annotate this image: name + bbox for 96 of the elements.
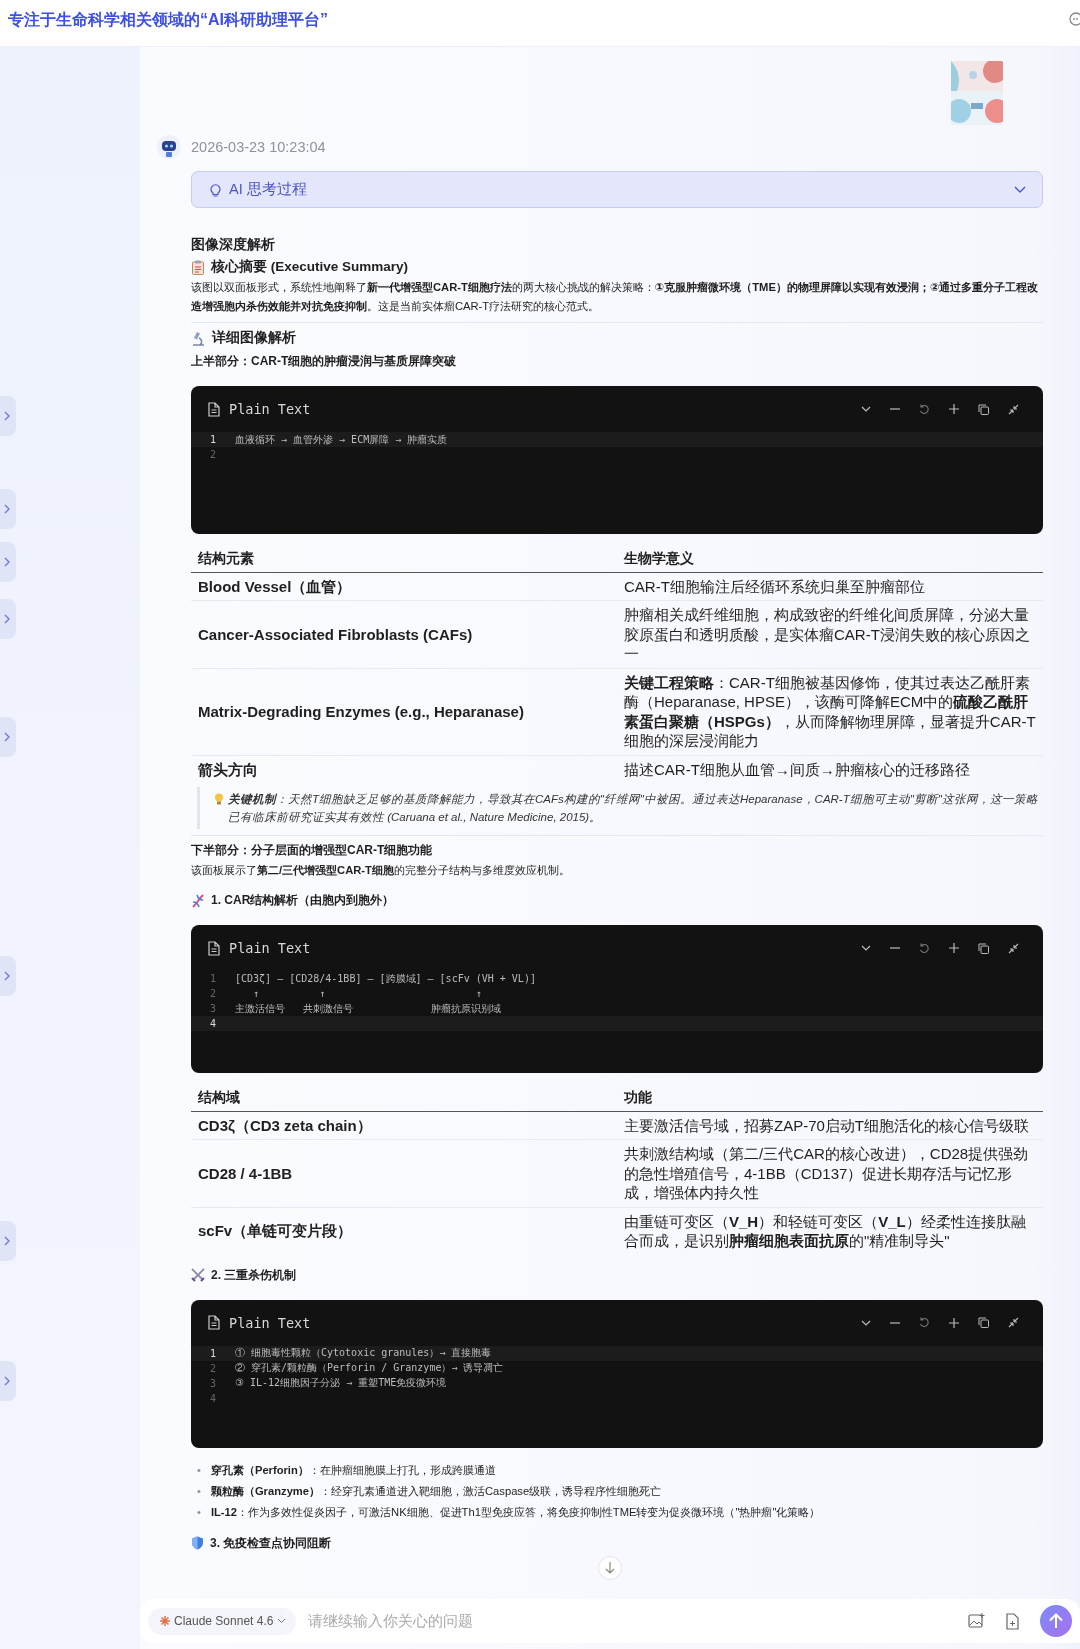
note-text: 关键机制：天然T细胞缺乏足够的基质降解能力，导致其在CAFs构建的"纤维网"中被困。通过表达Heparanase，CAR-T细胞可主动"剪断"这张网，这一策略已有临床前研究证实其有效性 (Caruana et al., Nature Medicine, 2015)。 <box>228 792 1039 825</box>
table-cell: 箭头方向 <box>191 755 617 783</box>
plus-icon[interactable] <box>949 943 959 953</box>
bullet-marker: • <box>197 1462 201 1478</box>
lightbulb-icon <box>210 182 221 197</box>
thinking-label: AI 思考过程 <box>229 180 308 199</box>
document-icon <box>207 1315 221 1330</box>
arrow-down-icon <box>605 1562 615 1574</box>
reset-icon[interactable] <box>919 942 930 954</box>
shield-icon <box>191 1536 204 1550</box>
expand-handle[interactable] <box>0 542 16 582</box>
chevron-down-icon[interactable] <box>861 406 871 412</box>
column-header: 结构域 <box>191 1083 617 1111</box>
expand-handle[interactable] <box>0 599 16 639</box>
thinking-toggle[interactable]: AI 思考过程 <box>191 171 1043 208</box>
collapse-icon[interactable] <box>1008 403 1019 415</box>
subsection-heading: 核心摘要 (Executive Summary) <box>211 258 409 276</box>
chat-bubble-icon[interactable] <box>1066 11 1080 27</box>
language-label: Plain Text <box>229 1314 312 1331</box>
language-label: Plain Text <box>229 940 312 956</box>
clipboard-icon <box>191 259 205 275</box>
chevron-down-icon[interactable] <box>861 1319 871 1326</box>
document-icon <box>207 940 221 956</box>
code-line: 2 ↑ ↑ ↑ <box>209 987 483 1001</box>
microscope-icon <box>191 330 206 346</box>
plus-icon[interactable] <box>949 404 959 414</box>
minus-icon[interactable] <box>890 1321 900 1324</box>
paragraph: 该图以双面板形式，系统性地阐释了新一代增强型CAR-T细胞疗法的两大核心挑战的解决策略：①克服肿瘤微环境（TME）的物理屏障以实现有效浸润；②通过多重分子工程改造增强胞内杀伤效能并对抗免疫抑制。这是当前实体瘤CAR-T疗法研究的核心范式。 <box>191 280 1040 314</box>
collapse-icon[interactable] <box>1008 942 1019 954</box>
dna-icon <box>191 893 205 908</box>
section-heading: 图像深度解析 <box>191 236 276 254</box>
timestamp: 2026-03-23 10:23:04 <box>191 139 326 155</box>
bullet-marker: • <box>197 1504 201 1520</box>
expand-handle[interactable] <box>0 717 16 757</box>
chevron-down-icon[interactable] <box>861 945 871 951</box>
column-header: 功能 <box>617 1083 1043 1111</box>
message-input[interactable]: 请继续输入你关心的问题 <box>306 1612 958 1630</box>
crossed-swords-icon <box>191 1268 205 1282</box>
table-cell: 描述CAR-T细胞从血管→间质→肿瘤核心的迁移路径 <box>617 755 1043 783</box>
subsection-heading: 3. 免疫检查点协同阻断 <box>210 1534 332 1552</box>
reset-icon[interactable] <box>919 1317 930 1328</box>
list-item: IL-12：作为多效性促炎因子，可激活NK细胞、促进Th1型免疫应答，将免疫抑制性TME转变为促炎微环境（"热肿瘤"化策略） <box>210 1504 821 1520</box>
arrow-up-icon <box>1049 1613 1063 1629</box>
list-item: 颗粒酶（Granzyme）：经穿孔素通道进入靶细胞，激活Caspase级联，诱导程序性细胞死亡 <box>210 1483 662 1499</box>
collapse-icon[interactable] <box>1008 1317 1019 1328</box>
code-line: 2 <box>209 448 217 462</box>
table-cell: scFv（单链可变片段） <box>191 1207 617 1255</box>
list-item: 穿孔素（Perforin）：在肿瘤细胞膜上打孔，形成跨膜通道 <box>210 1462 496 1478</box>
bullet-marker: • <box>197 1483 201 1499</box>
code-line: 4 <box>209 1391 217 1406</box>
section-label: 下半部分：分子层面的增强型CAR-T细胞功能 <box>191 842 434 859</box>
expand-handle[interactable] <box>0 956 16 996</box>
table-cell: CD28 / 4-1BB <box>191 1139 617 1207</box>
app-title: 专注于生命科学相关领域的“AI科研助理平台” <box>8 10 328 30</box>
document-icon <box>207 401 221 417</box>
plus-icon[interactable] <box>949 1317 959 1328</box>
expand-handle[interactable] <box>0 1361 16 1401</box>
model-selector[interactable]: Claude Sonnet 4.6 <box>148 1607 297 1635</box>
file-upload-icon[interactable] <box>1005 1612 1020 1630</box>
robot-avatar-icon <box>157 135 181 159</box>
expand-handle[interactable] <box>0 1221 16 1261</box>
table-cell: Blood Vessel（血管） <box>191 572 617 601</box>
table-cell: 肿瘤相关成纤维细胞，构成致密的纤维化间质屏障，分泌大量胶原蛋白和透明质酸，是实体瘤CAR-T浸润失败的核心原因之一 <box>617 600 1043 668</box>
table-cell: 共刺激结构域（第二/三代CAR的核心改进），CD28提供强劲的急性增殖信号，4-1BB（CD137）促进长期存活与记忆形成，增强体内持久性 <box>617 1139 1043 1207</box>
code-line: 1 [CD3ζ] — [CD28/4-1BB] — [跨膜域] — [scFv (VH + VL)] <box>209 971 537 986</box>
column-header: 结构元素 <box>191 544 617 572</box>
code-line: 2 ② 穿孔素/颗粒酶（Perforin / Granzyme）→ 诱导凋亡 <box>209 1361 505 1376</box>
section-label: 上半部分：CAR-T细胞的肿瘤浸润与基质屏障突破 <box>191 353 458 370</box>
subsection-heading: 2. 三重杀伤机制 <box>211 1266 297 1284</box>
table-cell: Cancer-Associated Fibroblasts (CAFs) <box>191 600 617 668</box>
reset-icon[interactable] <box>919 403 930 415</box>
column-header: 生物学意义 <box>617 544 1043 572</box>
code-line: 3 ③ IL-12细胞因子分泌 → 重塑TME免疫微环境 <box>209 1376 448 1391</box>
code-line: 3 主激活信号 共刺激信号 肿瘤抗原识别域 <box>209 1001 503 1016</box>
table-cell: 关键工程策略：CAR-T细胞被基因修饰，使其过表达乙酰肝素酶（Heparanase, HPSE），该酶可降解ECM中的硫酸乙酰肝素蛋白聚糖（HSPGs），从而降解物理屏障，显著提升CAR-T细胞的深层浸润能力 <box>617 668 1043 755</box>
image-upload-icon[interactable] <box>968 1613 985 1629</box>
expand-handle[interactable] <box>0 396 16 436</box>
table-cell: 主要激活信号域，招募ZAP-70启动T细胞活化的核心信号级联 <box>617 1111 1043 1140</box>
composer-field[interactable]: Claude Sonnet 4.6 请继续输入你关心的问题 <box>140 1599 1080 1643</box>
table-cell: CD3ζ（CD3 zeta chain） <box>191 1111 617 1140</box>
language-label: Plain Text <box>229 401 312 417</box>
table-cell: 由重链可变区（V_H）和轻链可变区（V_L）经柔性连接肽融合而成，是识别肿瘤细胞表面抗原的"精准制导头" <box>617 1207 1043 1255</box>
copy-icon[interactable] <box>978 403 989 415</box>
sparkle-icon <box>160 1616 170 1626</box>
copy-icon[interactable] <box>978 942 989 954</box>
lightbulb-icon <box>214 793 224 805</box>
send-button[interactable] <box>1040 1605 1072 1637</box>
table-cell: Matrix-Degrading Enzymes (e.g., Heparanase) <box>191 668 617 755</box>
copy-icon[interactable] <box>978 1317 989 1328</box>
expand-handle[interactable] <box>0 489 16 529</box>
model-name: Claude Sonnet 4.6 <box>174 1614 274 1628</box>
subsection-heading: 详细图像解析 <box>212 329 296 347</box>
subsection-heading: 1. CAR结构解析（由胞内到胞外） <box>211 892 395 909</box>
chevron-down-icon <box>277 1618 287 1624</box>
paragraph: 该面板展示了第二/三代增强型CAR-T细胞的完整分子结构与多维度效应机制。 <box>191 863 571 878</box>
table-cell: CAR-T细胞输注后经循环系统归巢至肿瘤部位 <box>617 572 1043 601</box>
